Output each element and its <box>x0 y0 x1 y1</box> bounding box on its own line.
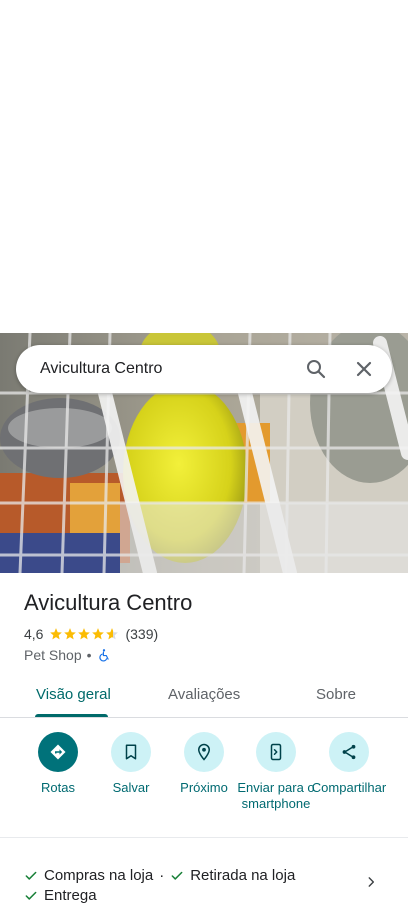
review-count[interactable]: (339) <box>125 626 158 642</box>
separator: • <box>86 647 92 663</box>
service-row: Compras na loja · Retirada na loja <box>24 867 295 884</box>
check-icon <box>171 871 183 880</box>
search-input[interactable]: Avicultura Centro <box>40 360 162 378</box>
tab-bar: Visão geral Avaliações Sobre <box>0 676 408 718</box>
send-to-phone-button[interactable]: Enviar para o smartphone <box>236 732 316 812</box>
separator: · <box>159 867 165 884</box>
star-icon <box>64 628 77 640</box>
share-icon <box>329 732 369 772</box>
rating-row[interactable]: 4,6 (339) <box>24 625 158 643</box>
check-icon <box>25 871 37 880</box>
search-bar[interactable]: Avicultura Centro <box>16 345 392 393</box>
bookmark-icon <box>111 732 151 772</box>
share-button[interactable]: Compartilhar <box>309 732 389 796</box>
directions-icon <box>38 732 78 772</box>
directions-button[interactable]: Rotas <box>18 732 98 796</box>
tab-reviews[interactable]: Avaliações <box>168 686 240 703</box>
wheelchair-icon <box>98 649 109 662</box>
tab-about[interactable]: Sobre <box>316 686 356 703</box>
service-options[interactable]: Compras na loja · Retirada na loja Entre… <box>0 858 408 906</box>
service-row: Entrega <box>24 887 97 904</box>
tab-overview[interactable]: Visão geral <box>36 686 111 703</box>
share-label: Compartilhar <box>311 780 387 795</box>
nearby-label: Próximo <box>180 780 228 795</box>
check-icon <box>25 891 37 900</box>
service-in-store: Compras na loja <box>44 867 154 884</box>
star-rating <box>49 627 119 641</box>
star-icon <box>50 628 63 640</box>
service-pickup: Retirada na loja <box>190 867 296 884</box>
place-category: Pet Shop <box>24 647 82 663</box>
save-label: Salvar <box>112 780 150 795</box>
active-tab-indicator <box>35 714 108 717</box>
save-button[interactable]: Salvar <box>91 732 171 796</box>
rating-value: 4,6 <box>24 626 44 642</box>
action-buttons: Rotas Salvar Próximo Enviar para o smart… <box>0 728 408 838</box>
star-icon <box>78 628 91 640</box>
category-row: Pet Shop • <box>24 646 111 664</box>
send-to-phone-icon <box>256 732 296 772</box>
chevron-right-icon[interactable] <box>364 875 378 889</box>
nearby-pin-icon <box>184 732 224 772</box>
close-icon[interactable] <box>352 357 376 381</box>
half-star-icon <box>106 628 119 640</box>
star-icon <box>92 628 105 640</box>
place-title: Avicultura Centro <box>24 590 193 615</box>
directions-label: Rotas <box>41 780 75 795</box>
search-icon[interactable] <box>304 357 328 381</box>
service-delivery: Entrega <box>44 887 97 904</box>
nearby-button[interactable]: Próximo <box>164 732 244 796</box>
map-blank-area <box>0 0 408 333</box>
send-to-phone-label: Enviar para o smartphone <box>237 780 315 811</box>
